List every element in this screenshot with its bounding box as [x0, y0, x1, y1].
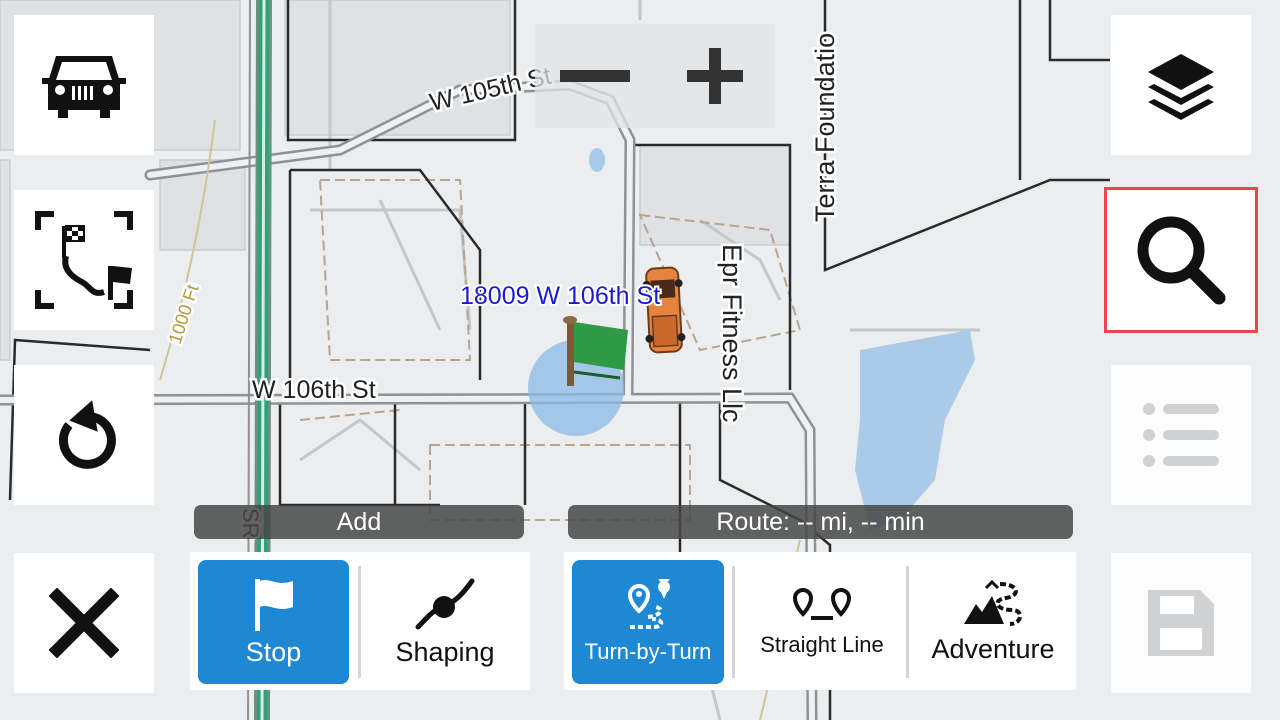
undo-icon — [58, 400, 116, 469]
adventure-option[interactable]: Adventure — [914, 560, 1072, 684]
close-icon — [49, 588, 119, 658]
shaping-icon — [415, 578, 475, 629]
straight-line-label: Straight Line — [760, 632, 884, 657]
separator — [906, 566, 909, 678]
shaping-option[interactable]: Shaping — [366, 560, 524, 684]
turn-by-turn-label: Turn-by-Turn — [584, 639, 712, 664]
list-icon — [1143, 403, 1219, 467]
close-button[interactable] — [14, 553, 154, 693]
stop-option[interactable]: Stop — [198, 560, 349, 684]
poi-label-terra: Terra Foundatio — [810, 33, 840, 222]
vehicle-button[interactable] — [14, 15, 154, 155]
turn-by-turn-option[interactable]: Turn-by-Turn — [572, 560, 724, 684]
stop-label: Stop — [245, 636, 302, 667]
vehicle-icon — [42, 56, 126, 118]
straight-line-icon — [792, 588, 852, 620]
search-icon — [1137, 216, 1226, 305]
adventure-label: Adventure — [931, 633, 1055, 664]
route-overview-button[interactable] — [14, 190, 154, 330]
adventure-icon — [964, 579, 1022, 626]
poi-label-epr: Epr Fitness Llc — [717, 244, 747, 423]
layers-icon — [1148, 54, 1214, 120]
straight-line-option[interactable]: Straight Line — [738, 560, 906, 684]
undo-button[interactable] — [14, 365, 154, 505]
street-label-w106: W 106th St — [252, 376, 376, 404]
minus-icon — [560, 70, 630, 82]
add-panel-header: Add — [194, 505, 524, 539]
flag-icon — [254, 578, 293, 631]
shaping-label: Shaping — [395, 636, 495, 667]
save-icon — [1148, 590, 1214, 656]
separator — [732, 566, 735, 678]
layers-button[interactable] — [1111, 15, 1251, 155]
route-panel-header: Route: -- mi, -- min — [568, 505, 1073, 539]
zoom-in-button[interactable] — [655, 24, 775, 128]
search-button[interactable] — [1104, 187, 1258, 333]
add-panel: Stop Shaping — [190, 552, 530, 690]
route-panel: Turn-by-Turn Straight Line Adventure — [564, 552, 1076, 690]
list-button[interactable] — [1111, 365, 1251, 505]
separator — [358, 566, 361, 678]
route-overview-icon — [35, 211, 133, 309]
zoom-controls — [535, 24, 775, 128]
zoom-out-button[interactable] — [535, 24, 655, 128]
address-label: 18009 W 106th St — [460, 282, 660, 310]
plus-icon — [687, 48, 743, 104]
turn-by-turn-icon — [627, 579, 670, 629]
save-button[interactable] — [1111, 553, 1251, 693]
